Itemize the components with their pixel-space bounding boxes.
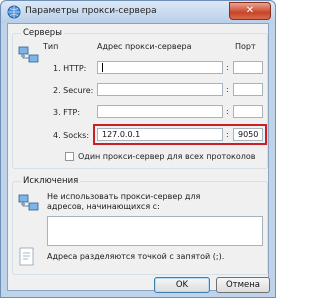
exceptions-textarea[interactable] [47, 216, 263, 246]
window-title: Параметры прокси-сервера [25, 6, 157, 16]
secure-address-input[interactable] [97, 83, 223, 96]
column-header-address: Адрес прокси-сервера [97, 42, 192, 51]
colon-separator: : [226, 85, 229, 94]
same-proxy-checkbox[interactable] [65, 152, 74, 161]
http-address-input[interactable] [97, 61, 223, 74]
row-label-http: 1. HTTP: [53, 64, 87, 73]
network-globe-icon [7, 5, 21, 19]
row-label-ftp: 3. FTP: [53, 108, 81, 117]
info-icon [19, 247, 34, 266]
servers-group-label: Серверы [21, 28, 64, 38]
exceptions-hint: Адреса разделяются точкой с запятой (;). [47, 252, 225, 261]
exceptions-group-label: Исключения [21, 176, 81, 186]
same-proxy-label[interactable]: Один прокси-сервер для всех протоколов [78, 152, 256, 161]
dialog-window: Параметры прокси-сервера ✕ Серверы Тип А… [0, 0, 276, 298]
exceptions-icon [18, 194, 39, 211]
exceptions-description: Не использовать прокси-сервер для адресо… [47, 192, 201, 211]
colon-separator: : [226, 107, 229, 116]
row-label-socks: 4. Socks: [53, 131, 90, 140]
http-port-input[interactable] [233, 61, 263, 74]
column-header-type: Тип [43, 42, 59, 51]
ftp-address-input[interactable] [97, 105, 223, 118]
column-header-port: Порт [235, 42, 256, 51]
socks-highlight-box [93, 124, 267, 145]
exceptions-group: Исключения Не использовать прокси-сервер… [12, 176, 268, 275]
secure-port-input[interactable] [233, 83, 263, 96]
title-bar: Параметры прокси-сервера ✕ [1, 1, 275, 23]
cancel-button[interactable]: Отмена [216, 277, 270, 293]
row-label-secure: 2. Secure: [53, 86, 94, 95]
ftp-port-input[interactable] [233, 105, 263, 118]
network-computers-icon [18, 46, 39, 63]
text-cursor [102, 63, 103, 72]
ok-button[interactable]: OK [154, 277, 210, 293]
close-button[interactable]: ✕ [229, 2, 271, 20]
colon-separator: : [226, 63, 229, 72]
servers-group: Серверы Тип Адрес прокси-сервера Порт 1.… [12, 28, 268, 169]
dialog-client-area: Серверы Тип Адрес прокси-сервера Порт 1.… [7, 23, 270, 293]
